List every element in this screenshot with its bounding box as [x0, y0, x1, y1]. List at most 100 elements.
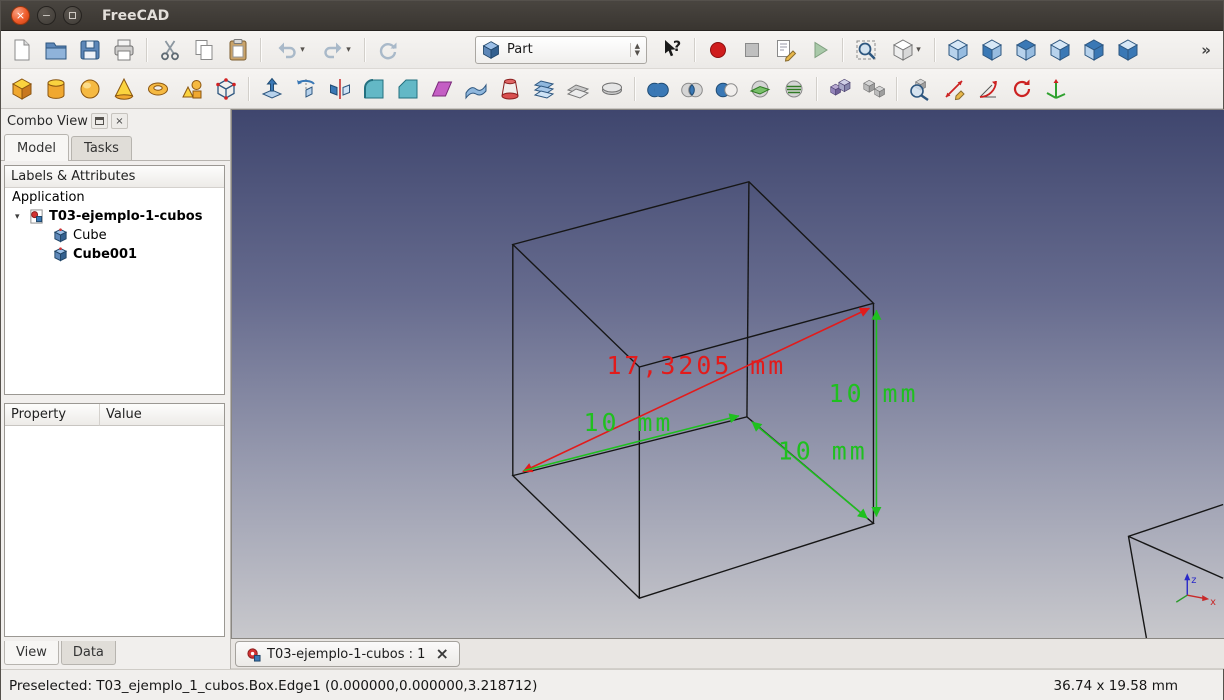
view-front-button[interactable] [976, 35, 1008, 65]
window-close-button[interactable]: × [11, 6, 30, 25]
shape-builder-button[interactable] [210, 74, 242, 104]
macro-stop-icon [745, 42, 759, 57]
open-document-button[interactable] [40, 35, 72, 65]
sweep-button[interactable] [528, 74, 560, 104]
window-maximize-button[interactable] [63, 6, 82, 25]
caret-down-icon: ▾ [300, 44, 305, 55]
measure-refresh-button[interactable] [1006, 74, 1038, 104]
macro-edit-button[interactable] [770, 35, 802, 65]
make-compound-icon [830, 78, 851, 96]
measure-toggle-icon [1046, 78, 1066, 99]
view-top-button[interactable] [1010, 35, 1042, 65]
toolbar-separator [248, 76, 250, 101]
tree-item-label: T03-ejemplo-1-cubos [49, 209, 203, 224]
tree-item-application[interactable]: Application [5, 188, 224, 207]
view-rear-button[interactable] [1078, 35, 1110, 65]
tab-model[interactable]: Model [4, 134, 70, 161]
property-column-header[interactable]: Property [5, 404, 100, 426]
toolbar-overflow-button[interactable]: » [1195, 39, 1217, 61]
measure-linear-button[interactable] [938, 74, 970, 104]
panel-close-button[interactable]: × [110, 113, 128, 129]
redo-icon [324, 42, 342, 58]
draw-style-button[interactable]: ▾ [884, 35, 928, 65]
extrude-button[interactable] [256, 74, 288, 104]
cut-button[interactable] [154, 35, 186, 65]
second-cube-partial[interactable] [1127, 503, 1224, 638]
whats-this-button[interactable]: ? [656, 35, 688, 65]
fillet-button[interactable] [358, 74, 390, 104]
panel-float-button[interactable] [90, 113, 108, 129]
part-cylinder-icon [47, 78, 65, 99]
window-minimize-button[interactable]: − [37, 6, 56, 25]
3d-viewport[interactable]: z x 17,3205 mm 10 mm 10 mm 10 mm [231, 109, 1224, 639]
tree-item-document[interactable]: ▾ T03-ejemplo-1-cubos [5, 207, 224, 226]
thickness-button[interactable] [596, 74, 628, 104]
view-right-icon [1049, 38, 1071, 61]
make-face-button[interactable] [426, 74, 458, 104]
check-geometry-button[interactable] [904, 74, 936, 104]
view-right-button[interactable] [1044, 35, 1076, 65]
part-box-button[interactable] [6, 74, 38, 104]
tab-view[interactable]: View [4, 641, 59, 665]
view-bottom-button[interactable] [1112, 35, 1144, 65]
measure-toggle-button[interactable] [1040, 74, 1072, 104]
macro-execute-button[interactable] [804, 35, 836, 65]
mirror-icon [330, 78, 350, 99]
document-tab[interactable]: T03-ejemplo-1-cubos : 1 × [235, 641, 460, 667]
boolean-common-button[interactable] [676, 74, 708, 104]
fillet-icon [364, 78, 384, 98]
workbench-selector[interactable]: Part ▲ ▼ [475, 35, 647, 64]
view-rear-icon [1083, 38, 1105, 61]
fit-all-button[interactable] [850, 35, 882, 65]
explode-compound-button[interactable] [858, 74, 890, 104]
undo-button[interactable]: ▾ [268, 35, 312, 65]
section-button[interactable] [744, 74, 776, 104]
make-compound-button[interactable] [824, 74, 856, 104]
status-message: Preselected: T03_ejemplo_1_cubos.Box.Edg… [9, 677, 538, 694]
part-sphere-button[interactable] [74, 74, 106, 104]
ruled-surface-button[interactable] [460, 74, 492, 104]
macro-stop-button[interactable] [736, 35, 768, 65]
view-top-icon [1015, 38, 1037, 61]
draw-style-icon [893, 38, 914, 61]
measure-angular-button[interactable] [972, 74, 1004, 104]
mirror-button[interactable] [324, 74, 356, 104]
revolve-button[interactable] [290, 74, 322, 104]
close-icon: × [115, 115, 124, 127]
view-axonometric-button[interactable] [942, 35, 974, 65]
part-cylinder-button[interactable] [40, 74, 72, 104]
cube-wireframe[interactable] [511, 180, 875, 599]
tab-tasks[interactable]: Tasks [71, 136, 132, 160]
offset-button[interactable] [562, 74, 594, 104]
expander-icon[interactable]: ▾ [15, 212, 29, 222]
macro-record-button[interactable] [702, 35, 734, 65]
create-primitives-button[interactable] [176, 74, 208, 104]
redo-button[interactable]: ▾ [314, 35, 358, 65]
workbench-spinner[interactable]: ▲ ▼ [629, 42, 644, 57]
axis-z-label: z [1191, 575, 1196, 586]
new-document-button[interactable] [6, 35, 38, 65]
part-torus-button[interactable] [142, 74, 174, 104]
paste-button[interactable] [222, 35, 254, 65]
loft-button[interactable] [494, 74, 526, 104]
part-cone-button[interactable] [108, 74, 140, 104]
property-editor: Property Value [4, 403, 225, 637]
tree-item-cube001[interactable]: Cube001 [5, 245, 224, 264]
section-icon [749, 80, 771, 97]
boolean-cut-icon [715, 82, 738, 97]
cross-sections-button[interactable] [778, 74, 810, 104]
boolean-cut-button[interactable] [710, 74, 742, 104]
save-document-button[interactable] [74, 35, 106, 65]
boolean-common-icon [681, 82, 703, 97]
refresh-button[interactable] [372, 35, 404, 65]
boolean-union-button[interactable] [642, 74, 674, 104]
document-tab-close-button[interactable]: × [435, 646, 448, 662]
create-primitives-icon [182, 79, 202, 98]
tab-model-label: Model [17, 140, 57, 156]
tab-data[interactable]: Data [60, 641, 116, 665]
copy-button[interactable] [188, 35, 220, 65]
tree-item-cube[interactable]: Cube [5, 226, 224, 245]
value-column-header[interactable]: Value [100, 404, 224, 426]
print-button[interactable] [108, 35, 140, 65]
chamfer-button[interactable] [392, 74, 424, 104]
